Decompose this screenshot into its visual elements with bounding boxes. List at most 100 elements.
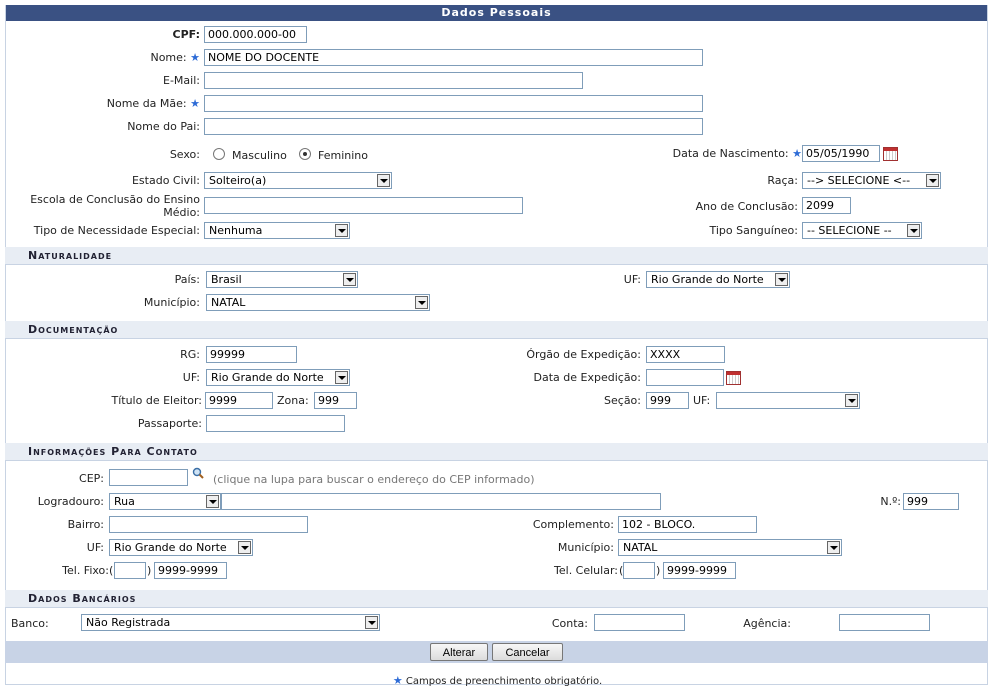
tel-celular-field[interactable]: 9999-9999 bbox=[663, 562, 736, 579]
data-expedicao-field[interactable] bbox=[646, 369, 724, 386]
raca-value: --> SELECIONE <-- bbox=[807, 174, 911, 187]
necessidade-label: Tipo de Necessidade Especial: bbox=[33, 224, 200, 237]
documento-uf-select[interactable]: Rio Grande do Norte bbox=[206, 369, 350, 386]
logradouro-tipo-select[interactable]: Rua bbox=[109, 493, 221, 510]
section-bancarios: Dados Bancários bbox=[5, 590, 988, 608]
banco-select[interactable]: Não Registrada bbox=[81, 614, 380, 631]
complemento-field[interactable]: 102 - BLOCO. bbox=[618, 516, 757, 533]
tel-fixo-field[interactable]: 9999-9999 bbox=[154, 562, 227, 579]
logradouro-label: Logradouro: bbox=[37, 495, 104, 508]
sexo-feminino-radio[interactable] bbox=[299, 148, 311, 160]
naturalidade-uf-value: Rio Grande do Norte bbox=[651, 273, 764, 286]
escola-label: Escola de Conclusão do Ensino bbox=[30, 193, 200, 206]
orgao-label: Órgão de Expedição: bbox=[526, 348, 641, 361]
bairro-label: Bairro: bbox=[67, 518, 104, 531]
pais-label: País: bbox=[174, 273, 200, 286]
contato-uf-label: UF: bbox=[86, 541, 104, 554]
mae-label: Nome da Mãe: ★ bbox=[106, 97, 200, 110]
chevron-down-icon bbox=[845, 394, 858, 407]
ano-conclusao-field[interactable]: 2099 bbox=[802, 197, 851, 214]
data-expedicao-label: Data de Expedição: bbox=[533, 371, 641, 384]
estado-civil-label: Estado Civil: bbox=[131, 174, 200, 187]
numero-label: N.º: bbox=[880, 495, 901, 508]
necessidade-value: Nenhuma bbox=[209, 224, 263, 237]
secao-label: Seção: bbox=[604, 394, 641, 407]
cancelar-button[interactable]: Cancelar bbox=[492, 643, 563, 661]
secao-uf-select[interactable] bbox=[716, 392, 860, 409]
required-star-icon: ★ bbox=[792, 147, 802, 160]
tel-celular-close-paren: ) bbox=[656, 564, 661, 577]
sangue-select[interactable]: -- SELECIONE -- bbox=[802, 222, 922, 239]
sexo-masculino-label: Masculino bbox=[232, 149, 287, 162]
required-note: ★ Campos de preenchimento obrigatório. bbox=[0, 674, 995, 689]
mae-field[interactable] bbox=[204, 95, 703, 112]
pais-select[interactable]: Brasil bbox=[206, 271, 358, 288]
tel-fixo-close-paren: ) bbox=[147, 564, 152, 577]
naturalidade-municipio-label: Município: bbox=[143, 296, 200, 309]
naturalidade-municipio-value: NATAL bbox=[211, 296, 246, 309]
calendar-icon[interactable] bbox=[883, 147, 898, 161]
required-star-icon: ★ bbox=[190, 51, 200, 64]
naturalidade-uf-label: UF: bbox=[623, 273, 641, 286]
sexo-masculino-radio[interactable] bbox=[213, 148, 225, 160]
contato-municipio-select[interactable]: NATAL bbox=[618, 539, 842, 556]
estado-civil-select[interactable]: Solteiro(a) bbox=[204, 172, 392, 189]
chevron-down-icon bbox=[907, 224, 920, 237]
cep-field[interactable] bbox=[109, 469, 188, 486]
pai-label: Nome do Pai: bbox=[127, 120, 200, 133]
chevron-down-icon bbox=[775, 273, 788, 286]
required-note-text: Campos de preenchimento obrigatório. bbox=[405, 676, 603, 687]
email-field[interactable] bbox=[204, 72, 583, 89]
rg-label: RG: bbox=[180, 348, 200, 361]
numero-field[interactable]: 999 bbox=[903, 493, 959, 510]
rg-field[interactable]: 99999 bbox=[206, 346, 297, 363]
chevron-down-icon bbox=[335, 371, 348, 384]
raca-select[interactable]: --> SELECIONE <-- bbox=[802, 172, 941, 189]
email-label: E-Mail: bbox=[163, 74, 200, 87]
complemento-label: Complemento: bbox=[532, 518, 614, 531]
section-documentacao: Documentação bbox=[5, 321, 988, 339]
pais-value: Brasil bbox=[211, 273, 242, 286]
orgao-field[interactable]: XXXX bbox=[646, 346, 725, 363]
agencia-field[interactable] bbox=[839, 614, 930, 631]
search-icon[interactable] bbox=[192, 467, 204, 479]
tel-fixo-open-paren: ( bbox=[109, 564, 114, 577]
escola-field[interactable] bbox=[204, 197, 523, 214]
calendar-icon[interactable] bbox=[726, 371, 741, 385]
banco-value: Não Registrada bbox=[86, 616, 171, 629]
nome-field[interactable]: NOME DO DOCENTE bbox=[204, 49, 703, 66]
naturalidade-municipio-select[interactable]: NATAL bbox=[206, 294, 430, 311]
tel-fixo-ddd-field[interactable] bbox=[114, 562, 146, 579]
conta-field[interactable] bbox=[594, 614, 685, 631]
cpf-label: CPF: bbox=[172, 28, 200, 41]
tel-celular-label: Tel. Celular: bbox=[554, 564, 618, 577]
tel-fixo-label: Tel. Fixo: bbox=[62, 564, 109, 577]
ano-conclusao-label: Ano de Conclusão: bbox=[695, 200, 798, 213]
naturalidade-uf-select[interactable]: Rio Grande do Norte bbox=[646, 271, 790, 288]
chevron-down-icon bbox=[377, 174, 390, 187]
secao-field[interactable]: 999 bbox=[646, 392, 689, 409]
chevron-down-icon bbox=[206, 495, 219, 508]
raca-label: Raça: bbox=[767, 174, 798, 187]
cpf-field[interactable]: 000.000.000-00 bbox=[204, 26, 307, 43]
pai-field[interactable] bbox=[204, 118, 703, 135]
secao-uf-label: UF: bbox=[693, 394, 711, 407]
nascimento-field[interactable]: 05/05/1990 bbox=[802, 145, 880, 162]
zona-field[interactable]: 999 bbox=[314, 392, 357, 409]
logradouro-field[interactable] bbox=[221, 493, 661, 510]
sangue-label: Tipo Sanguíneo: bbox=[709, 224, 798, 237]
passaporte-field[interactable] bbox=[206, 415, 345, 432]
alterar-button[interactable]: Alterar bbox=[430, 643, 488, 661]
contato-uf-value: Rio Grande do Norte bbox=[114, 541, 227, 554]
contato-uf-select[interactable]: Rio Grande do Norte bbox=[109, 539, 253, 556]
chevron-down-icon bbox=[365, 616, 378, 629]
necessidade-select[interactable]: Nenhuma bbox=[204, 222, 350, 239]
banco-label: Banco: bbox=[11, 617, 49, 630]
tel-celular-ddd-field[interactable] bbox=[623, 562, 655, 579]
titulo-eleitor-field[interactable]: 9999 bbox=[205, 392, 273, 409]
sexo-feminino-label: Feminino bbox=[318, 149, 368, 162]
bairro-field[interactable] bbox=[109, 516, 308, 533]
section-naturalidade: Naturalidade bbox=[5, 247, 988, 265]
nascimento-label: Data de Nascimento: ★ bbox=[672, 147, 802, 160]
chevron-down-icon bbox=[343, 273, 356, 286]
